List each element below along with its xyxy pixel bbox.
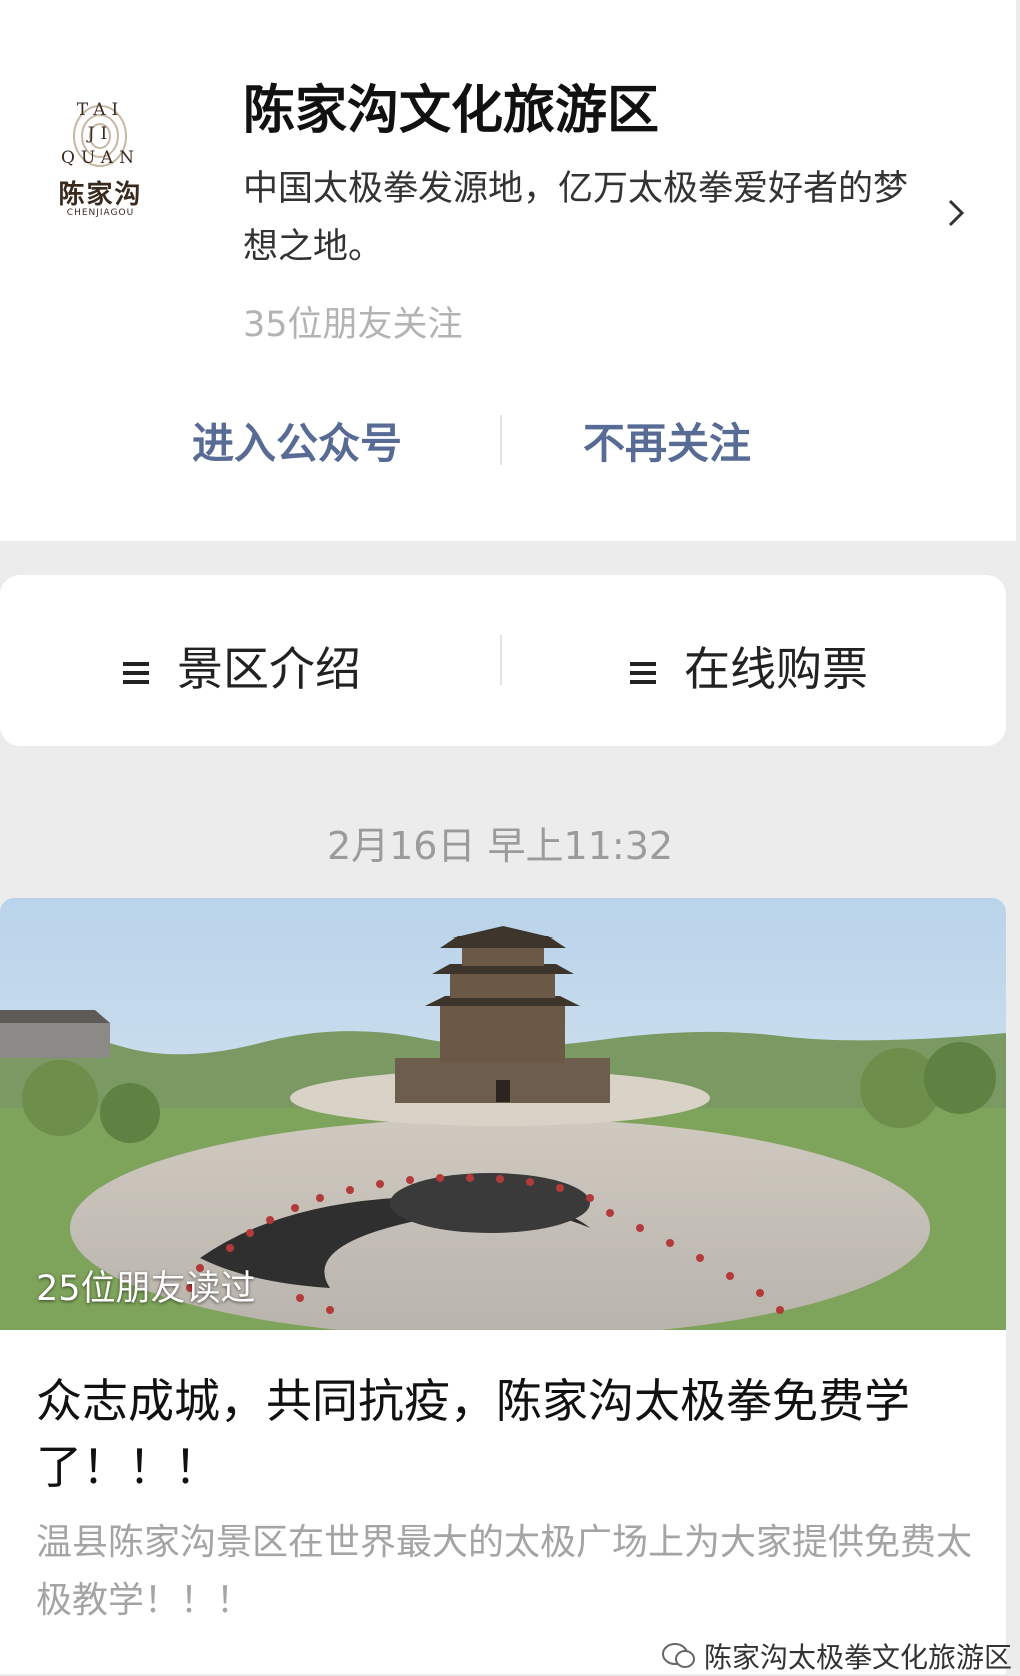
logo-text-quan: QUAN [61, 148, 140, 168]
profile-card: TAI JI QUAN 陈家沟 CHENJIAGOU 陈家沟文化旅游区 中国太极… [0, 0, 1016, 541]
menu-item-scenic-intro[interactable]: 景区介绍 [123, 633, 361, 699]
menu-icon [630, 661, 656, 684]
article-title[interactable]: 众志成城，共同抗疫，陈家沟太极拳免费学了！！！ [36, 1368, 936, 1500]
account-description[interactable]: 中国太极拳发源地，亿万太极拳爱好者的梦想之地。 [243, 160, 933, 276]
friends-read-badge: 25位朋友读过 [36, 1269, 256, 1309]
account-name: 陈家沟文化旅游区 [243, 81, 660, 141]
watermark-text: 陈家沟太极拳文化旅游区 [704, 1641, 1013, 1674]
message-timestamp: 2月16日 早上11:32 [326, 824, 674, 868]
article-card[interactable]: 25位朋友读过 众志成城，共同抗疫，陈家沟太极拳免费学了！！！ 温县陈家沟景区在… [0, 898, 1006, 1674]
followers-count: 35位朋友关注 [243, 305, 463, 345]
wechat-icon [662, 1643, 695, 1668]
menu-item-label: 在线购票 [684, 642, 868, 696]
menu-card: 景区介绍 在线购票 [0, 575, 1006, 746]
article-summary: 温县陈家沟景区在世界最大的太极广场上为大家提供免费太极教学！！！ [36, 1522, 973, 1621]
menu-item-label: 景区介绍 [177, 642, 361, 696]
unfollow-button[interactable]: 不再关注 [583, 410, 751, 471]
logo-text-tai: TAI [76, 100, 125, 120]
logo-text-en: CHENJIAGOU [66, 208, 135, 218]
menu-icon [123, 661, 149, 684]
account-actions: 进入公众号 不再关注 [0, 400, 1016, 480]
divider [500, 415, 502, 465]
account-logo[interactable]: TAI JI QUAN 陈家沟 CHENJIAGOU [48, 96, 153, 231]
logo-text-cn: 陈家沟 [58, 180, 143, 210]
chevron-right-icon[interactable] [940, 193, 972, 233]
logo-text-ji: JI [87, 124, 114, 144]
watermark: 陈家沟太极拳文化旅游区 [662, 1638, 1012, 1674]
divider [500, 635, 502, 685]
menu-item-buy-tickets[interactable]: 在线购票 [630, 633, 868, 699]
enter-account-button[interactable]: 进入公众号 [192, 410, 402, 471]
